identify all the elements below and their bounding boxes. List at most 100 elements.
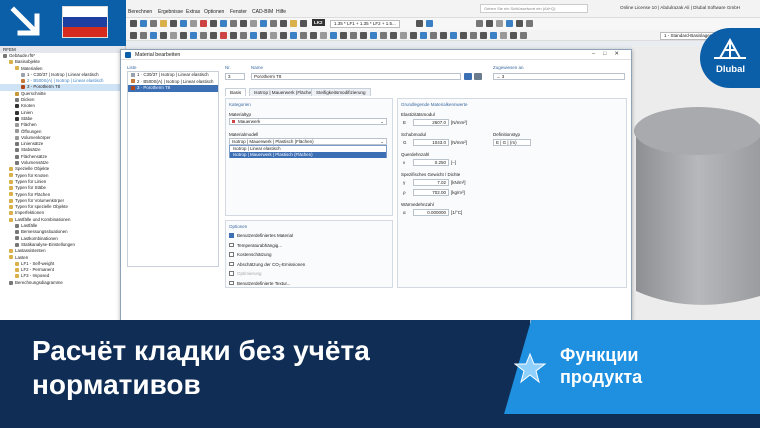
tree-node-icon [9,192,13,197]
menu-item[interactable]: CAD-BIM [252,9,273,15]
material-type-value: Mauerwerk [238,119,261,124]
density-input[interactable]: 702.00 [413,189,449,196]
dlubal-logo-text: Dlubal [716,64,746,75]
tree-node-icon [15,135,19,140]
assigned-field[interactable]: → 3 [493,73,625,80]
option-checkbox[interactable] [229,271,234,276]
option-checkbox[interactable] [229,242,234,247]
tree-item-label: Stäbe [21,115,33,121]
nu-section-label: Querdehnzahl [401,152,430,157]
tree-node-icon [15,97,19,102]
option-checkbox[interactable] [229,252,234,257]
tree-item-label: Lastkombinationen [21,235,58,241]
material-list-item[interactable]: 3 · Porotherm T8 [128,85,218,92]
navigator-title: RFEM [0,46,125,53]
dialog-title: Material bearbeiten [121,50,631,60]
bridge-logo-icon [714,37,746,59]
tree-item-label: Typen für spezielle Objekte [15,204,68,210]
menu-item[interactable]: Hilfe [276,9,286,15]
tree-item-label: Spezielle Objekte [15,166,50,172]
tree-item-label: Basisobjekte [15,59,40,65]
tab-basis[interactable]: Basis [225,88,247,96]
tree-node-icon [15,129,19,134]
g-modulus-input[interactable]: 1043.0 [413,139,449,146]
option-checkbox[interactable] [229,280,234,285]
material-type-select[interactable]: Mauerwerk ⌄ [229,118,387,125]
no-field[interactable]: 3 [225,73,245,80]
e-modulus-input[interactable]: 2607.0 [413,119,449,126]
thermal-expansion-input[interactable]: 0.000000 [413,209,449,216]
tab-stiffness[interactable]: Steifigkeitsmodifizierung [311,88,371,96]
categories-title: Kategorien [229,102,251,107]
chevron-down-icon: ⌄ [380,119,384,124]
material-list-label: 2 · B500S(A) | Isotrop | Linear elastisc… [137,78,214,84]
definition-type-select[interactable]: E | G | (m) [493,139,531,146]
weight-section-label: Spezifisches Gewicht / Dichte [401,172,461,177]
e-unit: [N/mm²] [451,120,467,125]
search-input[interactable]: Geben Sie ein Schlüsselwort ein (Alt+Q) [480,4,588,13]
tree-item-label: Volumenkörper [21,134,51,140]
library-icon[interactable] [474,73,482,80]
tree-node-icon [9,211,13,216]
rho-unit: [kg/m³] [451,190,465,195]
tree-node-icon [15,223,19,228]
rho-symbol: ρ [403,190,406,195]
license-label: Online License 10 | Abdulrazak Ali | Dlu… [620,5,741,10]
tree-node-icon [15,148,19,153]
menu-item[interactable]: Optionen [204,9,224,15]
option-label: Kostenschätzung [237,252,272,257]
tree-node-icon [15,154,19,159]
name-field[interactable]: Porotherm T8 [251,73,461,80]
tree-node-icon [15,261,19,266]
tree-item-label: Typen für Flächen [15,191,51,197]
specific-weight-input[interactable]: 7.02 [413,179,449,186]
gamma-unit: [kN/m³] [451,180,466,185]
tree-item[interactable]: Berechnungsdiagramme [0,280,125,286]
tree-item-label: Bemessungssituationen [21,229,68,235]
tree-item-label: 3 - Porotherm T8 [27,84,61,90]
tab-isotrop[interactable]: Isotrop | Mauerwerk (Flächen) [249,88,321,96]
load-combination-combo[interactable]: 1.35 * LF1 + 1.35 * LF2 + 1.5... [330,20,400,28]
basic-properties-title: Grundlegende Materialkennwerte [401,102,468,107]
tree-node-icon [15,230,19,235]
tree-item-label: Typen für Stäbe [15,185,46,191]
star-icon [514,352,546,384]
tree-node-icon [9,60,13,65]
menu-item[interactable]: Ergebnisse [158,9,183,15]
menu-item[interactable]: Fenster [230,9,247,15]
tree-node-icon [3,53,7,58]
menu-item[interactable]: Extras [186,9,200,15]
tree-item-label: Lasten [15,254,29,260]
definition-type-label: Definitionstyp [493,132,521,137]
tree-node-icon [21,72,25,77]
banner-feature-label: Функции продукта [560,345,643,387]
tree-node-icon [9,186,13,191]
tree-item-label: Linien [21,109,33,115]
lk-badge: LK2 [312,19,325,26]
tree-node-icon [15,242,19,247]
poisson-input[interactable]: 0.250 [413,159,449,166]
tree-item-label: LF2 - Permanent [21,267,54,273]
menu-item[interactable]: Berechnen [128,9,152,15]
material-list-label: 1 · C30/37 | Isotrop | Linear elastisch [137,72,209,77]
navigator-tree: Gebäude.rf6* Basisobjekte Materialien 1 - C… [0,53,125,286]
tree-node-icon [9,167,13,172]
list-label: Liste [127,65,137,70]
tree-item-label: Lastfälle [21,223,38,229]
tree-node-icon [15,160,19,165]
edit-icon[interactable] [464,73,472,80]
material-dialog: Material bearbeiten –□✕ Liste 1 · C30/37… [120,49,632,321]
window-controls[interactable]: –□✕ [592,51,627,57]
option-checkbox[interactable] [229,233,234,238]
option-checkbox[interactable] [229,261,234,266]
g-symbol: G [403,140,407,145]
material-color-swatch [131,79,135,84]
no-label: Nr. [225,65,231,70]
banner-bottom-strip [0,414,760,428]
tree-node-icon [9,249,13,254]
dropdown-option[interactable]: Isotrop | Mauerwerk | Plastisch (Flächen… [230,152,386,158]
tree-item-label: Typen für Volumenkörper [15,197,65,203]
tree-item-label: Liniensätze [21,141,44,147]
tree-item-label: Materialien [21,65,43,71]
material-model-select[interactable]: Isotrop | Mauerwerk | Plastisch (Flächen… [229,138,387,145]
